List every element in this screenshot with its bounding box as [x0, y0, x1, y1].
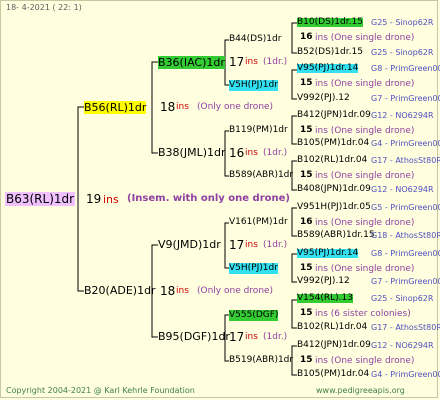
g2-note-4: (1dr.) [263, 332, 288, 342]
g2-note-1: (1dr.) [263, 57, 288, 67]
g2-ins-4: 17 [229, 330, 245, 344]
root-ins-word: ins [103, 193, 119, 206]
footer-url: www.pedigreeapis.org [316, 386, 405, 395]
g3-queen-4: B589(ABR)1dr [229, 170, 294, 180]
g4-ins-count-23: 15 [300, 355, 313, 365]
g3-queen-2: V5H(PJ)1dr [229, 80, 278, 91]
g2-ins-word-4: ins [245, 332, 258, 342]
g4-source-6: G7 - PrimGreen00 [371, 94, 440, 103]
g1-queen-2: B20(ADE)1dr [84, 284, 156, 297]
g4-ins-count-5: 15 [300, 78, 313, 88]
g1-note-2: (Only one drone) [197, 286, 274, 296]
g2-queen-3: V9(JMD)1dr [158, 238, 221, 251]
g4-queen-22: B412(JPN)1dr.09 [297, 340, 371, 350]
g1-ins-word-2: ins [176, 286, 189, 296]
g4-ins-note-23: ins (One single drone) [315, 356, 415, 366]
g3-queen-3: B119(PM)1dr [229, 125, 288, 135]
g4-source-13: G5 - PrimGreen00 [371, 203, 440, 212]
g4-ins-count-11: 15 [300, 170, 313, 180]
g4-queen-21: B102(RL)1dr.04 [297, 322, 368, 332]
g4-ins-note-11: ins (One single drone) [315, 171, 415, 181]
g4-source-21: G17 - AthosSt80R [371, 323, 440, 332]
g4-queen-10: B102(RL)1dr.04 [297, 155, 368, 165]
g4-ins-count-2: 16 [300, 32, 313, 42]
g4-source-19: G25 - Sinop62R [371, 294, 434, 303]
g4-ins-note-2: ins (One single drone) [315, 33, 415, 43]
g4-ins-count-17: 15 [300, 263, 313, 273]
g4-source-10: G17 - AthosSt80R [371, 156, 440, 165]
header-timestamp: 18- 4-2021 ( 22: 1) [6, 3, 82, 12]
root-note: (Insem. with only one drone) [127, 193, 290, 204]
g4-queen-12: B408(JPN)1dr.09 [297, 184, 371, 194]
g4-queen-19: V154(RL).13 [297, 293, 353, 303]
g3-queen-8: B519(ABR)1dr [229, 355, 294, 365]
g2-note-3: (1dr.) [263, 240, 288, 250]
g2-ins-word-3: ins [245, 240, 258, 250]
g4-queen-6: V992(PJ).12 [297, 93, 350, 103]
g4-source-4: G8 - PrimGreen00 [371, 64, 440, 73]
g4-ins-count-8: 15 [300, 125, 313, 135]
root-ins-count: 19 [86, 192, 102, 206]
g4-ins-note-14: ins (One single drone) [315, 218, 415, 228]
g2-ins-word-2: ins [245, 148, 258, 158]
g1-ins-1: 18 [160, 100, 176, 114]
g3-queen-5: V161(PM)1dr [229, 217, 288, 227]
g4-ins-note-17: ins (One single drone) [315, 264, 415, 274]
g4-queen-18: V992(PJ).12 [297, 276, 350, 286]
g2-queen-4: B95(DGF)1dr [158, 330, 230, 343]
g4-source-22: G12 - NO6294R [371, 341, 434, 350]
g4-ins-count-14: 16 [300, 217, 313, 227]
g1-queen-1: B56(RL)1dr [84, 101, 147, 114]
g4-queen-16: V95(PJ)1dr.14 [297, 248, 359, 258]
g4-queen-13: V951H(PJ)1dr.05 [297, 202, 371, 212]
g4-source-7: G12 - NO6294R [371, 111, 434, 120]
g1-ins-word-1: ins [176, 102, 189, 112]
g4-source-15: G18 - AthosSt80R [371, 231, 440, 240]
footer-copyright: Copyright 2004-2021 @ Karl Kehrle Founda… [6, 386, 195, 395]
g4-queen-9: B105(PM)1dr.04 [297, 138, 370, 148]
g4-ins-note-8: ins (One single drone) [315, 126, 415, 136]
g2-queen-2: B38(JML)1dr [158, 146, 226, 159]
g4-source-1: G25 - Sinop62R [371, 18, 434, 27]
g3-queen-7: V555(DGF) [229, 310, 279, 321]
g3-queen-1: B44(DS)1dr [229, 34, 282, 44]
g2-ins-1: 17 [229, 55, 245, 69]
g4-ins-note-5: ins (One single drone) [315, 79, 415, 89]
root-queen: B63(RL)1dr [5, 192, 76, 206]
g1-ins-2: 18 [160, 284, 176, 298]
g2-queen-1: B36(IAC)1dr [158, 56, 225, 69]
g4-ins-note-20: ins (6 sister colonies) [315, 309, 411, 319]
g4-queen-7: B412(JPN)1dr.09 [297, 110, 371, 120]
g4-source-24: G4 - PrimGreen00 [371, 370, 440, 379]
g4-source-16: G8 - PrimGreen00 [371, 249, 440, 258]
g4-source-3: G25 - Sinop62R [371, 48, 434, 57]
g4-ins-count-20: 15 [300, 308, 313, 318]
g2-ins-word-1: ins [245, 57, 258, 67]
g4-queen-4: V95(PJ)1dr.14 [297, 63, 359, 73]
g4-queen-3: B52(DS)1dr.15 [297, 47, 363, 57]
g3-queen-6: V5H(PJ)1dr [229, 263, 278, 274]
g1-note-1: (Only one drone) [197, 102, 274, 112]
g4-queen-24: B105(PM)1dr.04 [297, 369, 370, 379]
g2-ins-2: 16 [229, 146, 245, 160]
g4-queen-1: B10(DS)1dr.15 [297, 17, 363, 27]
g2-note-2: (1dr.) [263, 148, 288, 158]
g4-source-9: G4 - PrimGreen00 [371, 139, 440, 148]
g4-source-18: G7 - PrimGreen00 [371, 277, 440, 286]
g2-ins-3: 17 [229, 238, 245, 252]
g4-source-12: G12 - NO6294R [371, 185, 434, 194]
g4-queen-15: B589(ABR)1dr.15 [297, 230, 375, 240]
